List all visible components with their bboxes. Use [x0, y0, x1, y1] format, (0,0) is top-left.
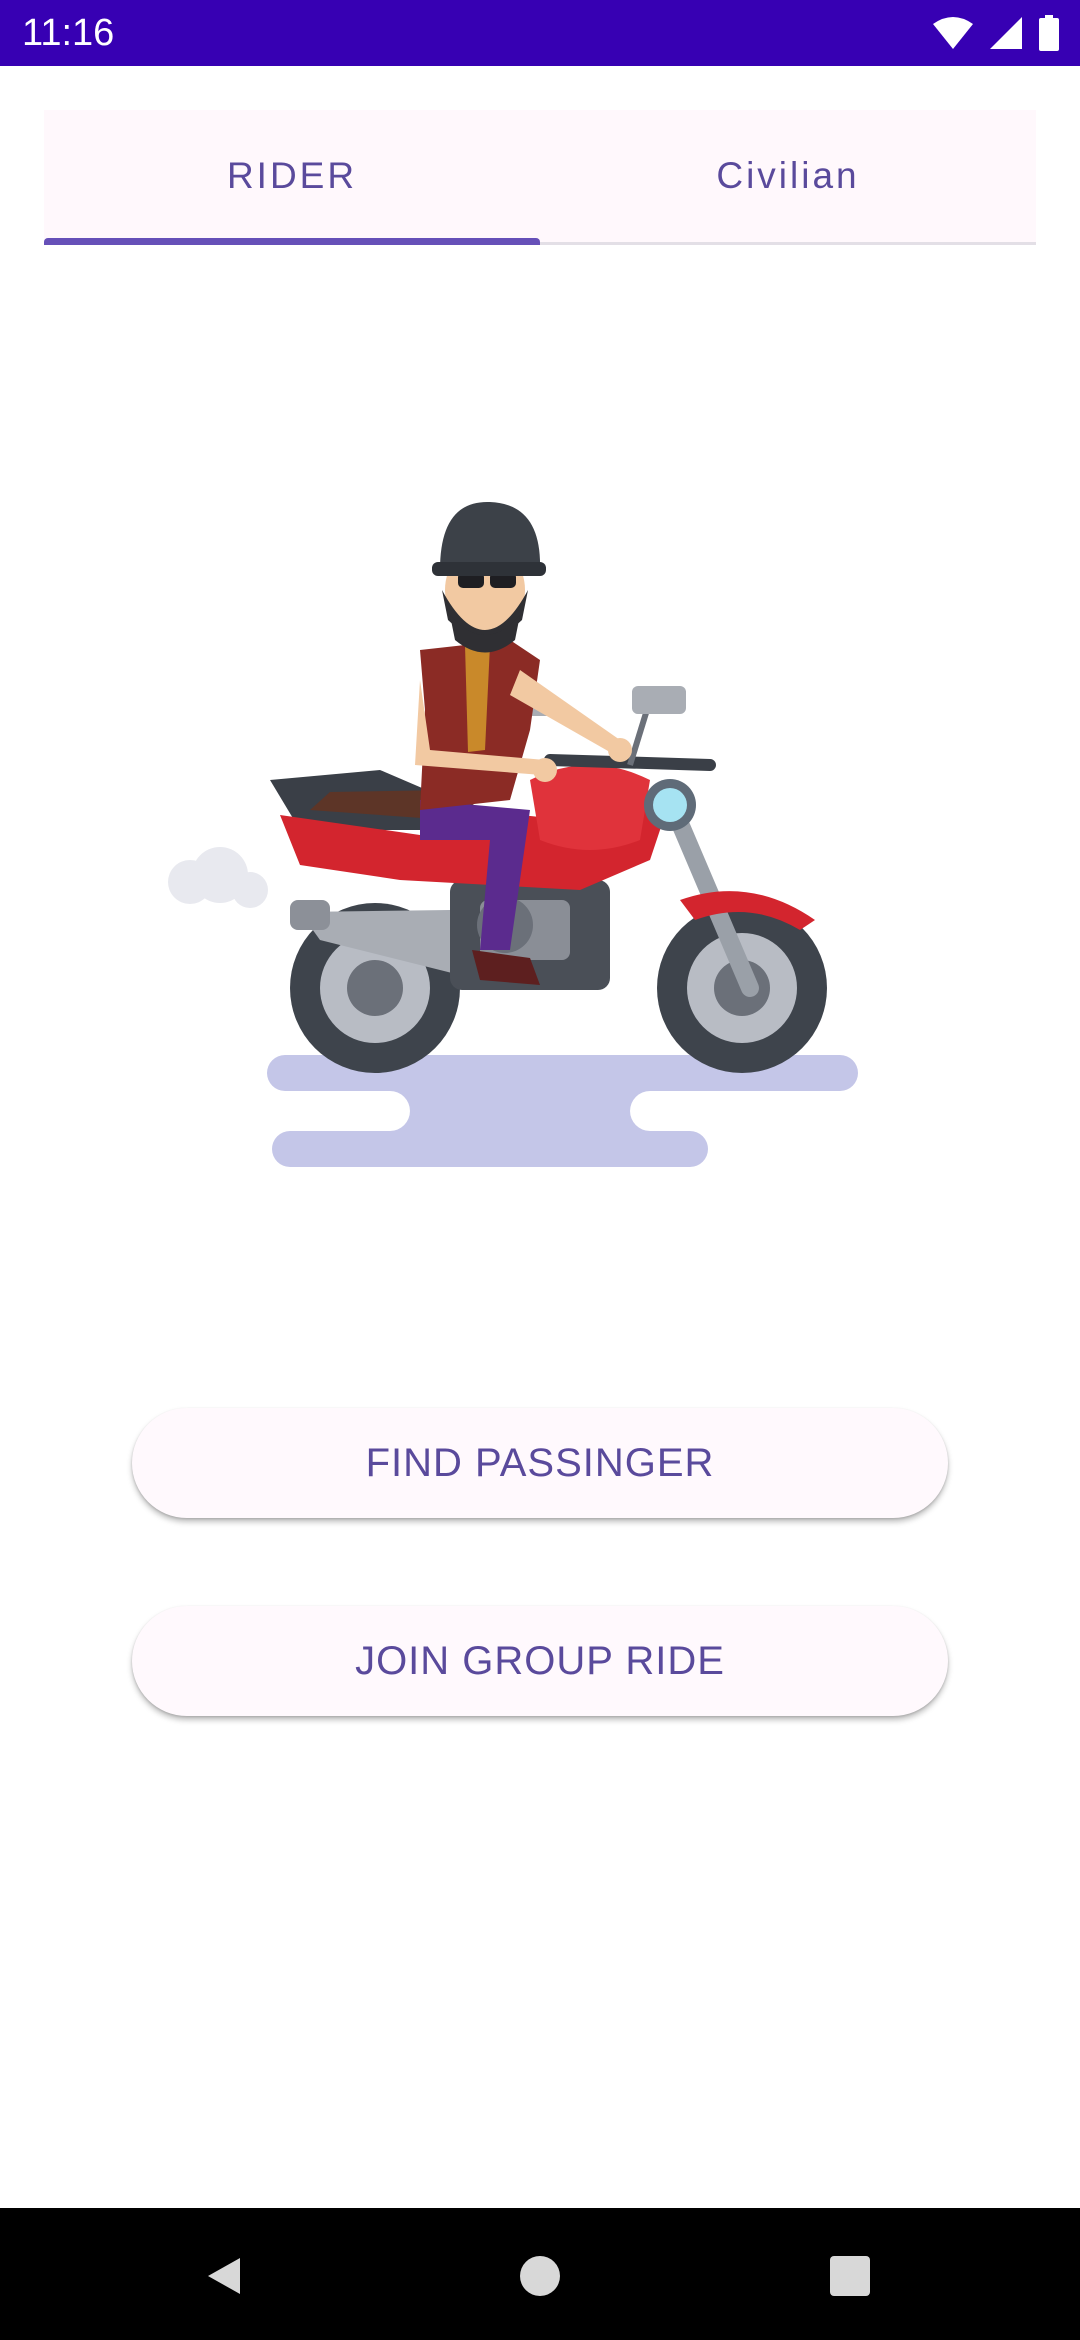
- join-group-ride-label: JOIN GROUP RIDE: [355, 1638, 725, 1683]
- tab-civilian-label: Civilian: [716, 155, 860, 196]
- tab-rider[interactable]: RIDER: [44, 110, 540, 242]
- recents-icon[interactable]: [822, 2248, 878, 2304]
- find-passenger-button[interactable]: FIND PASSINGER: [132, 1408, 948, 1518]
- find-passenger-label: FIND PASSINGER: [365, 1440, 715, 1485]
- motorcycle-rider-illustration: [168, 501, 858, 1167]
- join-group-ride-button[interactable]: JOIN GROUP RIDE: [132, 1606, 948, 1716]
- status-icons: [932, 14, 1060, 52]
- status-bar: 11:16: [0, 0, 1080, 66]
- tab-bar: RIDER Civilian: [44, 110, 1036, 245]
- back-icon[interactable]: [196, 2248, 252, 2304]
- wifi-icon: [933, 17, 973, 49]
- battery-icon: [1039, 15, 1059, 51]
- cell-signal-icon: [990, 17, 1022, 49]
- tab-indicator: [44, 238, 540, 245]
- tab-civilian[interactable]: Civilian: [540, 110, 1036, 242]
- status-time: 11:16: [22, 12, 115, 54]
- tab-rider-label: RIDER: [226, 155, 358, 196]
- navigation-bar: [0, 2208, 1080, 2340]
- home-icon[interactable]: [512, 2248, 568, 2304]
